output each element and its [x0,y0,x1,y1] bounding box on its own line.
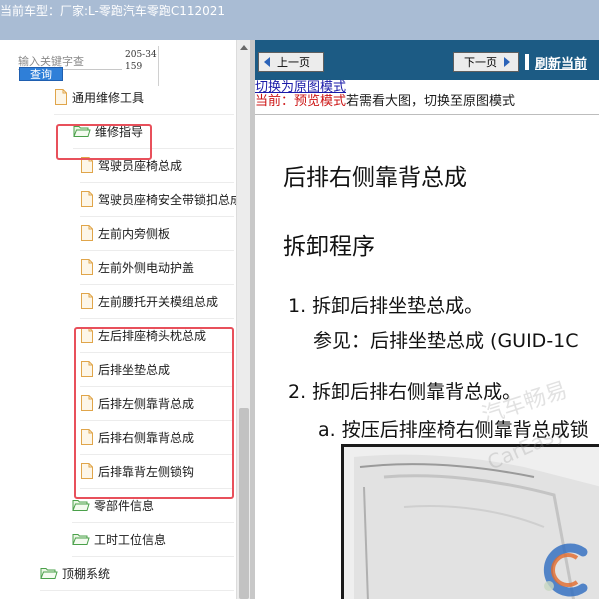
tree-item[interactable]: 左前腰托开关模组总成 [80,290,218,312]
file-icon [54,89,68,105]
tree-item-label: 工时工位信息 [94,532,167,547]
prev-page-label: 上一页 [277,56,310,69]
arrow-right-icon [504,57,510,67]
refresh-current-link[interactable]: 刷新当前 [525,52,587,72]
file-icon [80,293,94,309]
folder-open-icon [40,566,58,580]
document-subtitle: 拆卸程序 [283,234,375,260]
arrow-left-icon [264,57,270,67]
preview-mode-hint: 若需看大图，切换至原图模式 [346,94,516,109]
tree-item[interactable]: 左前外侧电动护盖 [80,256,194,278]
tree-item[interactable]: 驾驶员座椅安全带锁扣总成 [80,188,242,210]
watermark-logo-icon [543,543,588,597]
tree-row-separator [40,590,234,591]
tree-item-label: 通用维修工具 [72,90,145,105]
prev-page-button[interactable]: 上一页 [258,52,324,72]
file-icon [80,191,94,207]
document-code: 205-34159 [125,50,157,72]
step-1-reference: 参见：后排坐垫总成 (GUID-1C [313,330,579,352]
highlight-box-rear-seat-items [74,327,234,499]
file-icon [80,225,94,241]
tree-item[interactable]: 工时工位信息 [72,528,166,550]
document-divider [255,114,599,115]
document-title: 后排右侧靠背总成 [283,165,467,191]
refresh-current-label: 刷新当前 [535,56,588,72]
tree-item-label: 左前内旁侧板 [98,226,171,241]
title-bar: 当前车型：厂家:L-零跑汽车零跑C112021 [0,0,599,40]
document-toolbar: 上一页 下一页 刷新当前 [255,40,599,80]
next-page-button[interactable]: 下一页 [453,52,519,72]
highlight-box-repair-guide [56,124,152,160]
tree-item-label: 零部件信息 [94,498,155,513]
tree-row-separator [80,216,234,217]
query-button[interactable]: 查询 [19,67,63,81]
refresh-marker-icon [525,54,529,70]
tree-row-separator [72,522,234,523]
tree-row-separator [80,318,234,319]
folder-open-icon [72,532,90,546]
tree-item-label: 顶棚系统 [62,566,111,581]
scroll-thumb[interactable] [239,408,249,599]
tree-item[interactable]: 通用维修工具 [54,86,144,108]
tree-item-label: 左前外侧电动护盖 [98,260,195,275]
preview-mode-status: 当前：预览模式 [255,94,347,109]
step-1: 1. 拆卸后排坐垫总成。 [288,295,484,317]
tree-item-label: 驾驶员座椅安全带锁扣总成 [98,192,243,207]
tree-item-label: 左前腰托开关模组总成 [98,294,219,309]
tree-row-separator [54,114,234,115]
current-vehicle-text: 当前车型：厂家:L-零跑汽车零跑C112021 [0,4,226,18]
tree-row-separator [80,182,234,183]
document-viewer: 上一页 下一页 刷新当前 切换为原图模式 当前：预览模式若需看大图，切换至原图模… [255,40,599,599]
scroll-up-arrow-icon[interactable] [237,40,251,54]
tree-row-separator [72,556,234,557]
tree-row-separator [80,284,234,285]
file-icon [80,259,94,275]
tree-scrollbar[interactable] [236,40,250,599]
left-panel: 查询 205-34159 通用维修工具维修指导驾驶员座椅总成驾驶员座椅安全带锁扣… [0,40,250,599]
switch-original-mode-link[interactable]: 切换为原图模式 [255,81,346,95]
preview-mode-notice: 当前：预览模式若需看大图，切换至原图模式 [255,94,515,110]
tree-item[interactable]: 左前内旁侧板 [80,222,170,244]
folder-open-icon [72,498,90,512]
tree-row-separator [80,250,234,251]
next-page-label: 下一页 [464,56,497,69]
tree-item[interactable]: 顶棚系统 [40,562,110,584]
search-divider [158,46,159,86]
